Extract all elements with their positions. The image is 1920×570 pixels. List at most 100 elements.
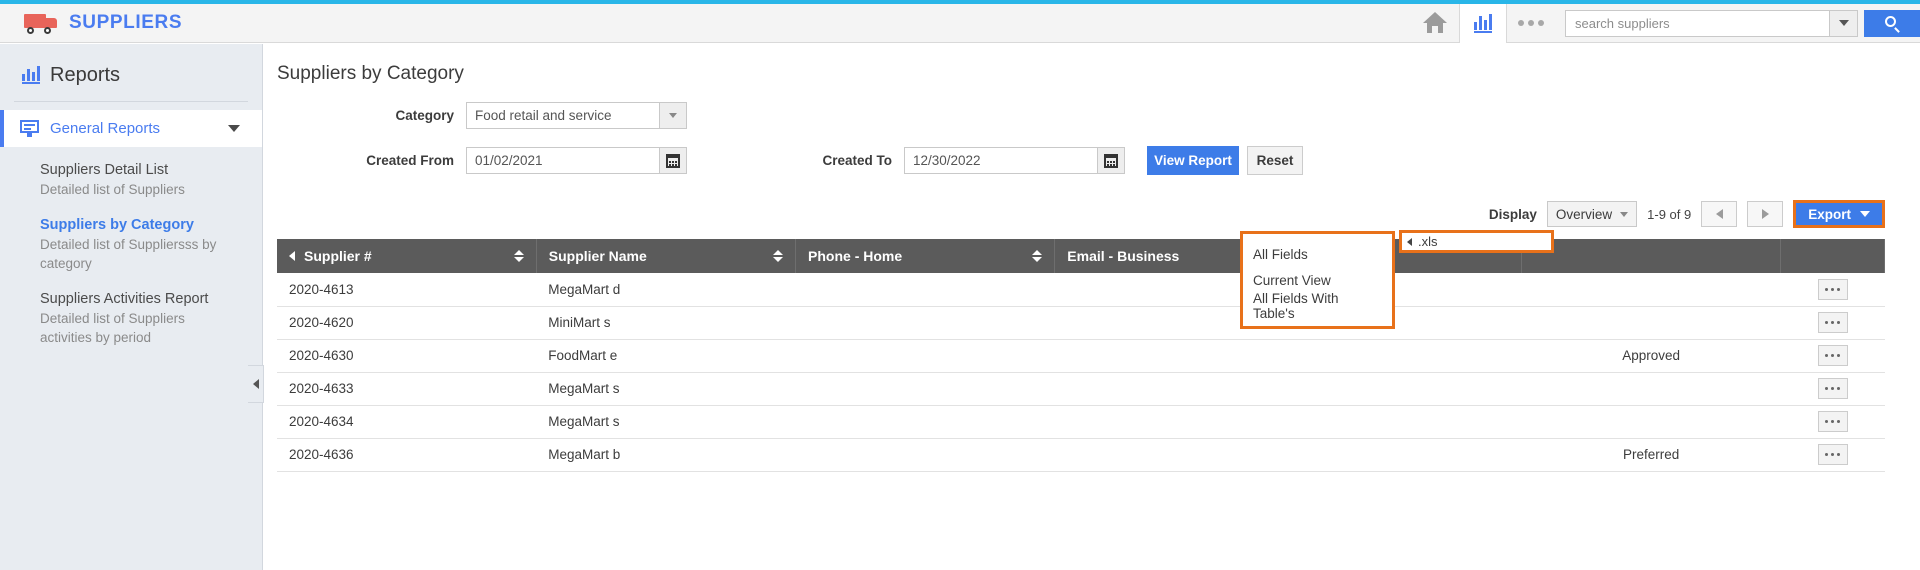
created-to-label: Created To (822, 153, 892, 168)
table-row[interactable]: 2020-4634 MegaMart s (277, 405, 1885, 439)
brand[interactable]: SUPPLIERS (24, 12, 182, 34)
search-input[interactable] (1565, 9, 1830, 37)
cell-actions (1780, 438, 1885, 472)
table-row[interactable]: 2020-4630 FoodMart e Approved (277, 339, 1885, 373)
sidebar-group-general-reports[interactable]: General Reports (0, 110, 262, 147)
chevron-down-icon (1838, 20, 1849, 26)
pagination-summary: 1-9 of 9 (1647, 206, 1692, 222)
cell-supplier-name: MegaMart b (536, 438, 796, 472)
sidebar-item-desc: Detailed list of Suppliers (40, 182, 185, 197)
sidebar-report-list: Suppliers Detail List Detailed list of S… (0, 147, 262, 347)
cell-phone-home (795, 372, 1055, 406)
next-page-button[interactable] (1747, 201, 1784, 227)
created-to-field[interactable]: 12/30/2022 (904, 147, 1125, 174)
cell-actions (1780, 273, 1885, 307)
cell-supplier-no: 2020-4636 (277, 438, 537, 472)
view-report-button[interactable]: View Report (1147, 146, 1239, 175)
sidebar-divider (14, 101, 248, 102)
cell-email-business (1054, 438, 1522, 472)
cell-email-business (1054, 372, 1522, 406)
results-toolbar: Display Overview 1-9 of 9 Export (264, 200, 1920, 228)
app-root: SUPPLIERS search suppliers Reports Gener… (0, 0, 1920, 570)
display-mode-dropdown[interactable]: Overview (1546, 201, 1638, 227)
cell-supplier-name: MegaMart s (536, 405, 796, 439)
column-header-supplier-no[interactable]: Supplier # (277, 239, 537, 273)
category-select-arrow[interactable] (660, 102, 687, 129)
table-row[interactable]: 2020-4636 MegaMart b Preferred (277, 438, 1885, 472)
column-label: Supplier # (304, 248, 372, 264)
date-range-row: Created From 01/02/2021 Created To 12/30… (264, 146, 1920, 175)
column-header-phone-home[interactable]: Phone - Home (795, 239, 1056, 273)
table-row[interactable]: 2020-4633 MegaMart s (277, 372, 1885, 406)
header-actions (1411, 3, 1920, 43)
page-title: Suppliers by Category (277, 63, 464, 84)
row-menu-button[interactable] (1817, 378, 1848, 399)
created-to-value: 12/30/2022 (904, 147, 1098, 174)
sidebar: Reports General Reports Suppliers Detail… (0, 44, 263, 570)
cell-supplier-name: FoodMart e (536, 339, 796, 373)
search-area (1565, 9, 1920, 37)
sort-icon[interactable] (513, 250, 524, 262)
cell-status (1521, 405, 1781, 439)
table-body: 2020-4613 MegaMart d 2020-4620 MiniMart … (277, 273, 1885, 472)
ellipsis-icon (1518, 20, 1544, 26)
export-file-extension-value: .xls (1418, 234, 1438, 249)
cell-actions (1780, 372, 1885, 406)
export-menu-item-current-view[interactable]: Current View (1243, 267, 1392, 293)
bar-chart-icon (22, 66, 40, 84)
row-menu-button[interactable] (1817, 345, 1848, 366)
column-label: Supplier Name (548, 248, 647, 264)
chevron-left-icon[interactable] (289, 251, 295, 261)
row-menu-button[interactable] (1817, 278, 1848, 300)
table-row[interactable]: 2020-4620 MiniMart s (277, 306, 1885, 340)
cell-phone-home (795, 438, 1055, 472)
cell-supplier-no: 2020-4634 (277, 405, 537, 439)
cell-phone-home (795, 339, 1055, 373)
column-header-supplier-name[interactable]: Supplier Name (536, 239, 797, 273)
created-from-calendar-button[interactable] (660, 147, 687, 174)
search-icon (1884, 15, 1900, 33)
truck-icon (24, 12, 58, 34)
main-content: Suppliers by Category Category Food reta… (264, 44, 1920, 570)
suppliers-table: Supplier # Supplier Name Phone - Home Em… (277, 239, 1885, 472)
cell-supplier-no: 2020-4613 (277, 273, 537, 307)
cell-supplier-name: MiniMart s (536, 306, 796, 340)
sidebar-item-suppliers-detail-list[interactable]: Suppliers Detail List Detailed list of S… (40, 161, 262, 199)
row-menu-button[interactable] (1817, 411, 1848, 432)
reports-button[interactable] (1459, 3, 1507, 43)
sidebar-item-suppliers-activities-report[interactable]: Suppliers Activities Report Detailed lis… (40, 290, 262, 347)
row-menu-button[interactable] (1817, 312, 1848, 333)
reset-button[interactable]: Reset (1247, 146, 1303, 175)
sidebar-collapse-button[interactable] (248, 365, 264, 403)
cell-supplier-no: 2020-4630 (277, 339, 537, 373)
export-menu-item-all-fields-with-tables[interactable]: All Fields With Table's (1243, 291, 1392, 321)
created-to-calendar-button[interactable] (1098, 147, 1125, 174)
sidebar-item-desc: Detailed list of Suppliersss by category (40, 237, 217, 271)
export-button[interactable]: Export (1793, 200, 1885, 228)
chevron-down-icon (1860, 211, 1870, 217)
more-menu-button[interactable] (1507, 4, 1555, 43)
sort-icon[interactable] (1032, 250, 1043, 262)
previous-page-button[interactable] (1701, 201, 1738, 227)
chevron-down-icon[interactable] (228, 125, 240, 132)
cell-status: Preferred (1521, 438, 1781, 472)
export-menu-item-all-fields[interactable]: All Fields (1243, 241, 1392, 267)
cell-supplier-no: 2020-4620 (277, 306, 537, 340)
search-button[interactable] (1864, 9, 1920, 37)
category-label: Category (395, 108, 454, 123)
category-select-value: Food retail and service (466, 102, 660, 129)
sidebar-item-title: Suppliers Detail List (40, 162, 169, 178)
sidebar-item-suppliers-by-category[interactable]: Suppliers by Category Detailed list of S… (40, 216, 262, 273)
created-from-field[interactable]: 01/02/2021 (466, 147, 687, 174)
search-scope-dropdown[interactable] (1830, 9, 1858, 37)
created-from-label: Created From (366, 153, 454, 168)
sort-icon[interactable] (773, 250, 784, 262)
export-file-extension-field[interactable]: .xls (1399, 230, 1554, 253)
category-select[interactable]: Food retail and service (466, 102, 687, 129)
row-menu-button[interactable] (1817, 444, 1848, 465)
sidebar-title: Reports (0, 44, 262, 101)
display-mode-value: Overview (1555, 206, 1613, 222)
table-row[interactable]: 2020-4613 MegaMart d (277, 273, 1885, 307)
home-button[interactable] (1411, 4, 1459, 43)
column-header-actions (1780, 239, 1885, 273)
